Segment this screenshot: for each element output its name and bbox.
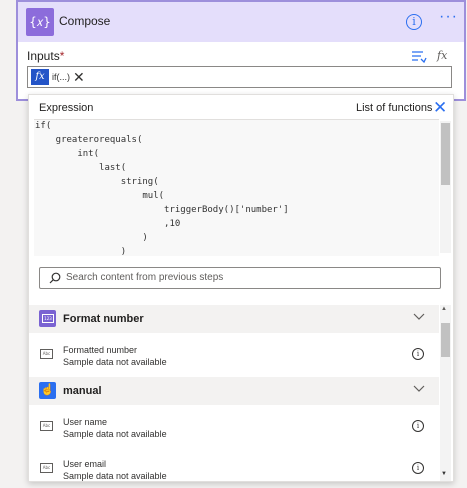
- info-icon[interactable]: i: [412, 348, 424, 360]
- code-line: greaterorequals(: [34, 135, 143, 145]
- chevron-down-icon[interactable]: [413, 384, 425, 394]
- expression-tab-label[interactable]: Expression: [39, 102, 93, 114]
- inputs-field[interactable]: fx if(...) ✕: [27, 66, 452, 88]
- search-icon: [49, 272, 61, 284]
- code-line: ): [34, 233, 148, 243]
- number-format-glyph: 123: [42, 314, 54, 323]
- search-input[interactable]: Search content from previous steps: [39, 267, 441, 289]
- code-line: if(: [35, 121, 52, 131]
- item-title: User email: [63, 459, 107, 469]
- info-icon[interactable]: i: [412, 420, 424, 432]
- required-mark: *: [59, 49, 65, 63]
- info-icon[interactable]: i: [406, 14, 422, 30]
- list-item-user-name[interactable]: Abc User name Sample data not available …: [29, 405, 439, 447]
- dynamic-content-list: 123 Format number Abc Formatted number S…: [29, 305, 439, 481]
- item-subtitle: Sample data not available: [63, 429, 167, 439]
- group-header-manual[interactable]: ☝ manual: [29, 377, 439, 405]
- item-subtitle: Sample data not available: [63, 357, 167, 367]
- fx-token-icon: fx: [31, 69, 49, 85]
- code-line: mul(: [34, 191, 165, 201]
- list-scrollbar-thumb[interactable]: [441, 323, 450, 357]
- close-icon[interactable]: ✕: [433, 98, 447, 118]
- code-line: last(: [34, 163, 127, 173]
- compose-action-card[interactable]: {𝑥} Compose i ··· Inputs* fx fx if(...) …: [16, 0, 466, 101]
- inputs-label-text: Inputs: [27, 49, 60, 63]
- code-line: string(: [34, 177, 159, 187]
- group-title: Format number: [63, 313, 144, 325]
- token-text: if(...): [49, 72, 73, 82]
- info-icon[interactable]: i: [412, 462, 424, 474]
- editor-scrollbar-thumb[interactable]: [441, 123, 450, 185]
- more-options-icon[interactable]: ···: [439, 8, 458, 26]
- text-type-icon: Abc: [40, 349, 53, 359]
- manual-trigger-icon: ☝: [39, 382, 56, 399]
- inputs-label: Inputs*: [27, 49, 64, 63]
- item-title: User name: [63, 417, 108, 427]
- search-placeholder: Search content from previous steps: [66, 272, 224, 283]
- expression-panel: Expression List of functions ✕ if( great…: [28, 94, 454, 482]
- item-subtitle: Sample data not available: [63, 471, 167, 481]
- text-type-icon: Abc: [40, 421, 53, 431]
- item-title: Formatted number: [63, 345, 138, 355]
- code-line: triggerBody()['number']: [34, 205, 289, 215]
- expression-editor[interactable]: if( greaterorequals( int( last( string( …: [34, 119, 439, 256]
- list-item-formatted-number[interactable]: Abc Formatted number Sample data not ava…: [29, 333, 439, 375]
- code-line: int(: [34, 149, 100, 159]
- list-item-user-email[interactable]: Abc User email Sample data not available…: [29, 447, 439, 481]
- scroll-up-arrow-icon[interactable]: ▲: [441, 306, 447, 312]
- code-line: ): [34, 247, 127, 256]
- chevron-down-icon[interactable]: [413, 312, 425, 322]
- scroll-down-arrow-icon[interactable]: ▼: [441, 471, 447, 477]
- text-type-icon: Abc: [40, 463, 53, 473]
- expression-fx-link[interactable]: fx: [437, 49, 447, 62]
- list-of-functions-link[interactable]: List of functions: [356, 102, 432, 114]
- compose-card-header[interactable]: {𝑥} Compose i ···: [18, 2, 464, 42]
- compose-title[interactable]: Compose: [59, 14, 110, 28]
- manual-trigger-glyph: ☝: [40, 384, 55, 396]
- braces-icon: {𝑥}: [26, 8, 54, 36]
- group-header-format-number[interactable]: 123 Format number: [29, 305, 439, 333]
- dynamic-content-icon[interactable]: [411, 50, 427, 64]
- expression-token[interactable]: fx if(...) ✕: [31, 69, 85, 85]
- code-line: ,10: [34, 219, 181, 229]
- number-format-icon: 123: [39, 310, 56, 327]
- remove-token-icon[interactable]: ✕: [73, 70, 85, 84]
- group-title: manual: [63, 385, 102, 397]
